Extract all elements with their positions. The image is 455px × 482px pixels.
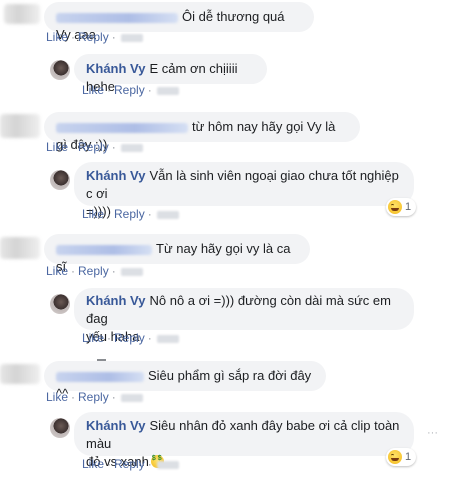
reply-link[interactable]: Reply xyxy=(114,83,145,97)
timestamp[interactable] xyxy=(120,143,143,152)
laughing-face-icon xyxy=(388,450,402,464)
reply-link[interactable]: Reply xyxy=(114,331,145,345)
reply-author[interactable]: Khánh Vy xyxy=(86,168,145,183)
reply-author[interactable]: Khánh Vy xyxy=(86,61,145,76)
comment-actions: Like · Reply · xyxy=(46,140,143,154)
reply-link[interactable]: Reply xyxy=(114,207,145,221)
like-link[interactable]: Like xyxy=(46,390,68,404)
timestamp[interactable] xyxy=(156,210,179,219)
timestamp[interactable] xyxy=(120,393,143,402)
khanh-vy-avatar[interactable] xyxy=(50,294,70,314)
reply-author[interactable]: Khánh Vy xyxy=(86,418,145,433)
laughing-face-icon xyxy=(388,200,402,214)
khanh-vy-avatar[interactable] xyxy=(50,60,70,80)
comment-bubble: Từ nay hãy gọi vy là ca sĩ xyxy=(44,234,310,274)
reaction-count: 1 xyxy=(405,201,412,213)
like-link[interactable]: Like xyxy=(82,457,104,471)
timestamp[interactable] xyxy=(156,86,179,95)
reply-actions: Like · Reply · xyxy=(82,207,179,221)
like-link[interactable]: Like xyxy=(82,207,104,221)
reply-author[interactable]: Khánh Vy xyxy=(86,293,145,308)
timestamp[interactable] xyxy=(120,33,143,42)
more-options-icon[interactable]: ··· xyxy=(427,427,438,439)
commenter-name[interactable] xyxy=(56,371,144,382)
like-link[interactable]: Like xyxy=(82,331,104,345)
comment-bubble: từ hôm nay hãy gọi Vy là gì đây :)) xyxy=(44,112,360,152)
like-link[interactable]: Like xyxy=(46,30,68,44)
commenter-avatar[interactable] xyxy=(0,364,40,384)
commenter-name[interactable] xyxy=(56,122,188,133)
reply-link[interactable]: Reply xyxy=(114,457,145,471)
commenter-avatar[interactable] xyxy=(0,237,40,259)
reply-link[interactable]: Reply xyxy=(78,390,109,404)
reply-bubble: Khánh Vy Vẫn là sinh viên ngoại giao chưa… xyxy=(74,162,414,219)
reply-actions: Like · Reply · xyxy=(82,331,179,345)
commenter-avatar[interactable] xyxy=(4,4,40,24)
comment-bubble: Ôi dễ thương quá Vy ạaa xyxy=(44,2,314,42)
reply-bubble: Khánh Vy Nô nô a ơi =))) đường còn dài mà… xyxy=(74,288,414,344)
reply-link[interactable]: Reply xyxy=(78,30,109,44)
comment-actions: Like · Reply · xyxy=(46,264,143,278)
like-link[interactable]: Like xyxy=(82,83,104,97)
like-link[interactable]: Like xyxy=(46,140,68,154)
reply-actions: Like · Reply · xyxy=(82,83,179,97)
timestamp[interactable] xyxy=(156,460,179,469)
comment-actions: Like · Reply · xyxy=(46,30,143,44)
comment-bubble: Siêu phẩm gì sắp ra đời đây ^^ xyxy=(44,361,326,401)
comment-actions: Like · Reply · xyxy=(46,390,143,404)
commenter-name[interactable] xyxy=(56,12,178,23)
commenter-avatar[interactable] xyxy=(0,114,40,138)
timestamp[interactable] xyxy=(156,334,179,343)
reply-bubble: Khánh Vy Siêu nhân đỏ xanh đây babe ơi cả… xyxy=(74,412,414,469)
like-link[interactable]: Like xyxy=(46,264,68,278)
timestamp[interactable] xyxy=(120,267,143,276)
khanh-vy-avatar[interactable] xyxy=(50,170,70,190)
reaction-badge[interactable]: 1 xyxy=(386,448,417,466)
reply-actions: Like · Reply · xyxy=(82,457,179,471)
reply-bubble: Khánh Vy E cảm ơn chịiiii hehe xyxy=(74,54,267,94)
reaction-badge[interactable]: 1 xyxy=(386,198,417,216)
commenter-name[interactable] xyxy=(56,244,152,255)
reaction-count: 1 xyxy=(405,451,412,463)
reply-link[interactable]: Reply xyxy=(78,140,109,154)
khanh-vy-avatar[interactable] xyxy=(50,418,70,438)
reply-link[interactable]: Reply xyxy=(78,264,109,278)
